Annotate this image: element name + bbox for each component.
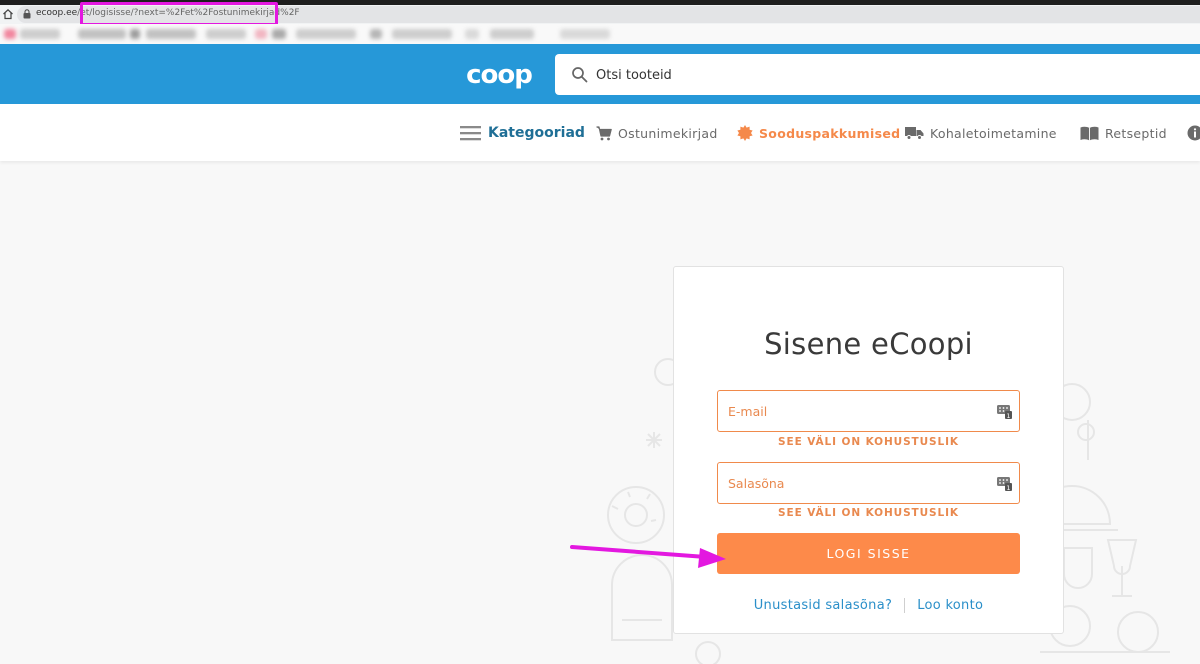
- nav-recipes-label: Retseptid: [1105, 125, 1167, 141]
- bookmark-item[interactable]: [465, 29, 479, 39]
- bookmark-item[interactable]: [78, 29, 126, 39]
- password-input[interactable]: [728, 474, 988, 492]
- truck-icon: [905, 127, 924, 140]
- search-input[interactable]: [596, 65, 1176, 85]
- nav-categories[interactable]: Kategooriad: [460, 118, 585, 148]
- nav-info[interactable]: [1187, 118, 1200, 148]
- login-button[interactable]: LOGI SISSE: [717, 533, 1020, 574]
- keypad-icon[interactable]: 1: [997, 475, 1012, 491]
- nav-shopping-lists-label: Ostunimekirjad: [618, 125, 718, 141]
- bookmarks-bar: [0, 24, 1200, 44]
- password-error-message: SEE VÄLI ON KOHUSTUSLIK: [778, 507, 959, 519]
- bookmark-item[interactable]: [4, 29, 16, 39]
- keypad-icon[interactable]: 1: [997, 403, 1012, 419]
- home-icon[interactable]: [2, 8, 14, 20]
- svg-text:1: 1: [1006, 412, 1010, 419]
- nav-categories-label: Kategooriad: [488, 125, 585, 141]
- bookmark-item[interactable]: [560, 29, 610, 39]
- nav-recipes[interactable]: Retseptid: [1080, 118, 1167, 148]
- bookmark-item[interactable]: [20, 29, 60, 39]
- email-field[interactable]: 1: [717, 390, 1020, 432]
- nav-offers[interactable]: Sooduspakkumised: [737, 118, 900, 148]
- cart-icon: [596, 125, 612, 140]
- bookmark-item[interactable]: [392, 29, 452, 39]
- url-domain: ecoop.ee: [36, 8, 78, 18]
- links-divider: [904, 598, 906, 613]
- login-title: Sisene eCoopi: [764, 327, 973, 361]
- login-links: Unustasid salasõna? Loo konto: [673, 598, 1064, 613]
- coop-logo[interactable]: coop: [460, 59, 538, 89]
- forgot-password-link[interactable]: Unustasid salasõna?: [754, 598, 892, 613]
- nav-shopping-lists[interactable]: Ostunimekirjad: [596, 118, 718, 148]
- bookmark-item[interactable]: [272, 29, 286, 39]
- bookmark-item[interactable]: [296, 29, 356, 39]
- lock-icon: [23, 9, 31, 19]
- book-icon: [1080, 126, 1099, 140]
- bookmark-item[interactable]: [130, 29, 140, 39]
- email-input[interactable]: [728, 402, 988, 420]
- bookmark-item[interactable]: [206, 29, 246, 39]
- info-icon: [1187, 125, 1200, 141]
- bookmark-item[interactable]: [370, 29, 382, 39]
- bookmark-item[interactable]: [146, 29, 196, 39]
- svg-text:1: 1: [1006, 484, 1010, 491]
- nav-offers-label: Sooduspakkumised: [759, 125, 901, 141]
- password-field[interactable]: 1: [717, 462, 1020, 504]
- search-icon[interactable]: [571, 66, 588, 83]
- bookmark-item[interactable]: [490, 29, 534, 39]
- login-card: [673, 266, 1064, 634]
- hamburger-icon: [460, 126, 481, 141]
- create-account-link[interactable]: Loo konto: [917, 598, 983, 613]
- email-error-message: SEE VÄLI ON KOHUSTUSLIK: [778, 436, 959, 448]
- logo-text: coop: [466, 60, 532, 89]
- bookmark-item[interactable]: [255, 29, 267, 39]
- nav-delivery[interactable]: Kohaletoimetamine: [905, 118, 1057, 148]
- nav-delivery-label: Kohaletoimetamine: [930, 125, 1057, 141]
- annotation-arrow: [570, 545, 726, 568]
- starburst-icon: [737, 125, 753, 141]
- annotation-highlight-box: [80, 2, 278, 26]
